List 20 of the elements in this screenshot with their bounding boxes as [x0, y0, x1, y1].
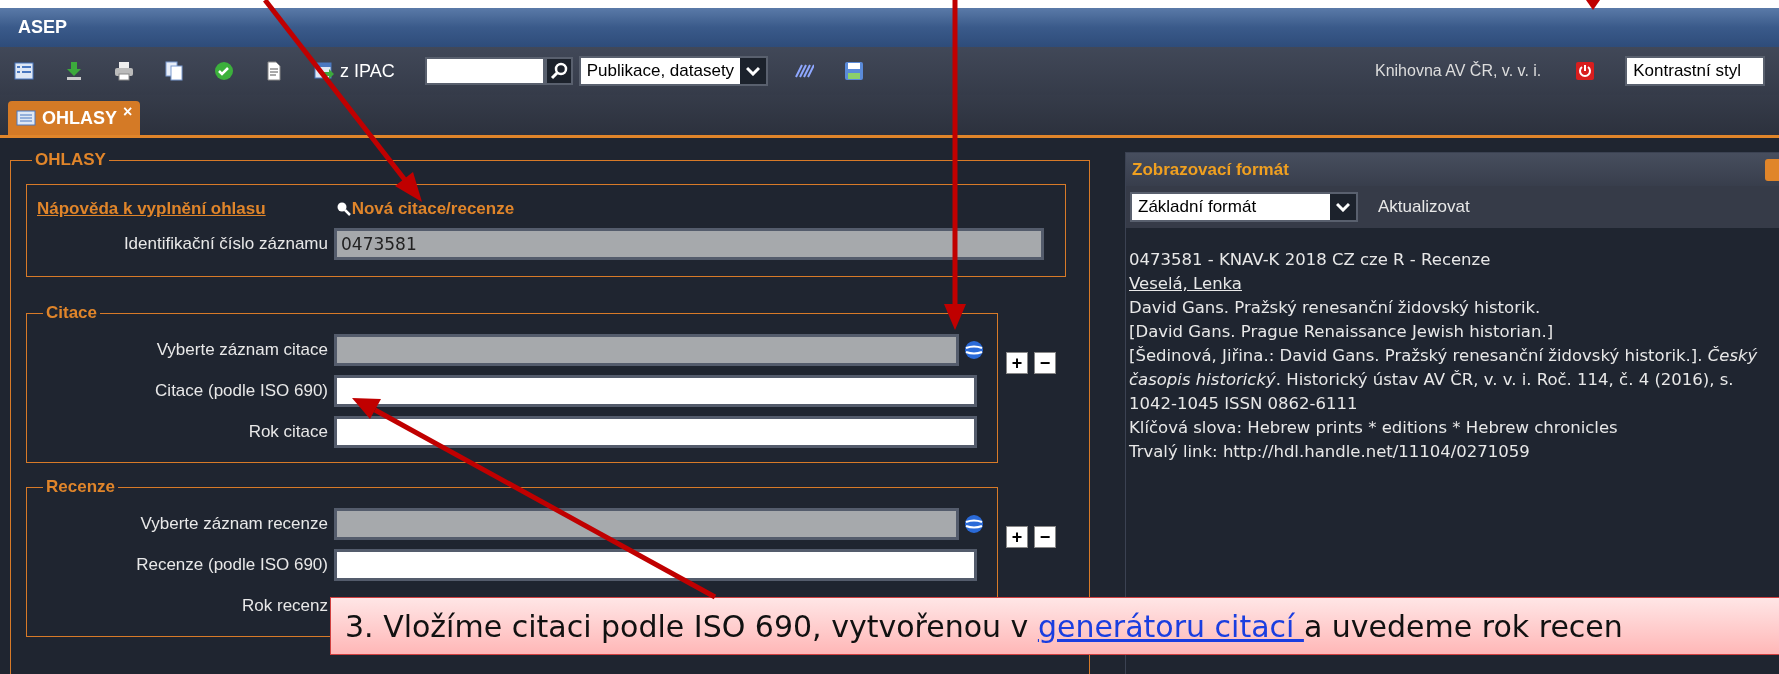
field-label: Vyberte záznam recenze: [139, 513, 329, 534]
field-label: Vyberte záznam citace: [155, 339, 329, 360]
field-label: Recenze (podle ISO 690): [135, 554, 329, 575]
field-label: Citace (podle ISO 690): [154, 380, 329, 401]
fieldset-legend: OHLASY: [32, 150, 109, 170]
field-label: Identifikační číslo záznamu: [122, 233, 329, 254]
record-text: David Gans. Pražský renesanční židovský historik.: [1129, 297, 1541, 319]
callout-text: 3. Vložíme citaci podle ISO 690, vytvořenou v generátoru citací a uvedeme rok recen: [345, 608, 1623, 644]
field-label: Rok recenz: [241, 595, 329, 616]
record-text: 0473581 - KNAV-K 2018 CZ cze R - Recenze: [1129, 249, 1491, 271]
record-text: Trvalý link: http://hdl.handle.net/11104/0271059: [1129, 441, 1530, 463]
field-label: Rok citace: [247, 421, 329, 442]
record-text: [David Gans. Prague Renaissance Jewish historian.]: [1129, 321, 1554, 343]
panel-title: Zobrazovací formát: [1132, 159, 1289, 180]
organization-label: Knihovna AV ČR, v. v. i.: [1375, 62, 1542, 80]
record-text: [Šedinová, Jiřina.: David Gans. Pražský renesanční židovský historik.]. Český časopis historický. Historický ústav AV ČR, v. v. i. Roč. 114, č. 4 (2016), s. 1042-1045 ISSN 0862-6111: [1129, 345, 1759, 415]
record-text: Klíčová slova: Hebrew prints * editions * Hebrew chronicles: [1129, 417, 1618, 439]
fieldset-legend: Recenze: [43, 477, 118, 497]
window-title: ASEP: [18, 17, 68, 38]
fieldset-legend: Citace: [43, 303, 101, 323]
